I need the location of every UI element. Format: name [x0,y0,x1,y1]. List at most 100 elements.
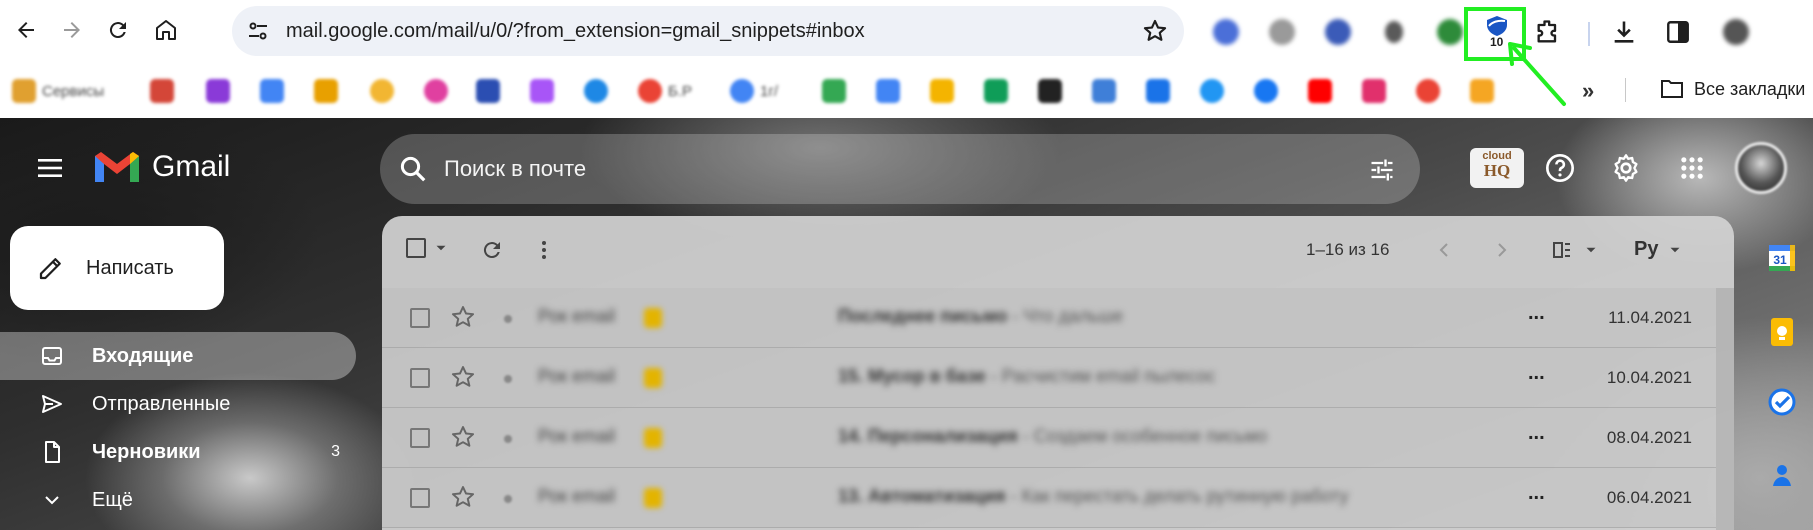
search-bar[interactable] [380,134,1420,204]
bookmark-item[interactable]: Сервисы [12,77,104,105]
email-date: 08.04.2021 [1606,428,1692,447]
bookmark-item[interactable] [1038,77,1062,105]
chevron-left-icon [1439,243,1448,257]
row-checkbox[interactable] [410,488,430,508]
sidebar-item-inbox[interactable]: Входящие [0,332,356,380]
address-bar[interactable]: mail.google.com/mail/u/0/?from_extension… [232,6,1184,56]
profile-button[interactable] [1720,16,1752,48]
bookmark-item[interactable] [150,77,174,105]
bookmark-star-icon[interactable] [1142,18,1168,44]
bookmark-item[interactable] [822,77,846,105]
bookmark-icon [530,79,554,103]
bookmark-item[interactable] [1146,77,1170,105]
bookmark-item[interactable] [476,77,500,105]
sidebar-item-more[interactable]: Ещё [0,476,356,524]
more-options-button[interactable] [532,238,556,262]
sidebar-item-drafts[interactable]: Черновики 3 [0,428,356,476]
bookmark-item[interactable] [314,77,338,105]
bookmark-item[interactable] [260,77,284,105]
star-icon[interactable] [450,484,476,510]
reload-button[interactable] [98,10,138,50]
extension-icon-3[interactable] [1322,16,1354,48]
search-input[interactable] [444,152,1324,186]
bookmarks-overflow-chevron-icon[interactable]: » [1582,78,1594,104]
bookmark-item[interactable] [584,77,608,105]
bookmark-item[interactable] [876,77,900,105]
prev-page-button[interactable] [1432,238,1456,262]
scrollbar[interactable] [1716,288,1734,530]
email-row[interactable]: Рок email 14. Персонализация - Создаем о… [382,408,1716,468]
tasks-icon[interactable] [1766,386,1798,418]
input-tools-button[interactable]: Ру [1634,238,1684,261]
extensions-menu-button[interactable] [1532,16,1564,48]
refresh-button[interactable] [480,238,504,262]
bookmark-item[interactable] [1254,77,1278,105]
row-more-dots[interactable]: ... [1528,482,1545,505]
bookmark-item[interactable] [1092,77,1116,105]
gmail-logo[interactable]: Gmail [92,148,230,186]
site-settings-icon[interactable] [246,19,270,43]
star-icon[interactable] [450,424,476,450]
compose-button[interactable]: Написать [10,226,224,310]
back-button[interactable] [6,10,46,50]
extension-icon-1[interactable] [1210,16,1242,48]
search-icon[interactable] [398,154,428,184]
inbox-icon [42,347,62,365]
cloudhq-button[interactable]: cloud HQ [1470,148,1524,188]
importance-marker[interactable] [504,375,512,383]
bookmark-item[interactable] [930,77,954,105]
keep-icon[interactable] [1766,316,1798,348]
folder-icon [1661,80,1683,98]
calendar-icon[interactable]: 31 [1766,242,1798,274]
extension-icon-5[interactable] [1434,16,1466,48]
importance-marker[interactable] [504,315,512,323]
home-button[interactable] [146,10,186,50]
split-pane-icon [1553,242,1570,258]
url-text[interactable]: mail.google.com/mail/u/0/?from_extension… [286,20,865,43]
bookmark-item[interactable] [1416,77,1440,105]
importance-marker[interactable] [504,495,512,503]
sidebar-item-sent[interactable]: Отправленные [0,380,356,428]
settings-button[interactable] [1606,148,1646,188]
account-avatar[interactable] [1735,142,1787,194]
bookmark-item[interactable] [1200,77,1224,105]
row-more-dots[interactable]: ... [1528,362,1545,385]
select-all-checkbox[interactable] [406,238,450,258]
extension-icon-2[interactable] [1266,16,1298,48]
row-checkbox[interactable] [410,368,430,388]
drive-icon [822,79,846,103]
importance-marker[interactable] [504,435,512,443]
bookmark-item[interactable] [1362,77,1386,105]
bookmark-item[interactable]: 1г/ [730,77,778,105]
star-icon[interactable] [450,304,476,330]
search-options-icon[interactable] [1368,156,1396,184]
email-row[interactable]: Рок email Последнее письмо - Что дальше … [382,288,1716,348]
side-panel-button[interactable] [1662,16,1694,48]
bookmark-item[interactable] [206,77,230,105]
star-icon[interactable] [450,364,476,390]
extension-icon-4[interactable] [1378,16,1410,48]
hamburger-menu-icon[interactable] [30,148,70,188]
bookmark-item[interactable] [424,77,448,105]
bookmark-item[interactable] [1308,77,1332,105]
split-pane-toggle[interactable] [1550,238,1600,262]
email-row[interactable]: Рок email 13. Автоматизация - Как перест… [382,468,1716,528]
refresh-icon [483,242,500,259]
help-button[interactable] [1540,148,1580,188]
row-checkbox[interactable] [410,428,430,448]
forward-button[interactable] [52,10,92,50]
row-checkbox[interactable] [410,308,430,328]
downloads-button[interactable] [1608,16,1640,48]
bookmark-item[interactable] [984,77,1008,105]
google-apps-button[interactable] [1672,148,1712,188]
next-page-button[interactable] [1490,238,1514,262]
bookmark-item[interactable] [1470,77,1494,105]
contacts-icon[interactable] [1766,456,1798,488]
email-row[interactable]: Рок email 15. Мусор в базе - Расчистим e… [382,348,1716,408]
row-more-dots[interactable]: ... [1528,302,1545,325]
row-more-dots[interactable]: ... [1528,422,1545,445]
bookmark-item[interactable] [530,77,554,105]
bookmark-item[interactable] [370,77,394,105]
all-bookmarks-button[interactable]: Все закладки [1660,78,1805,100]
bookmark-item[interactable]: Б.Р [638,77,692,105]
